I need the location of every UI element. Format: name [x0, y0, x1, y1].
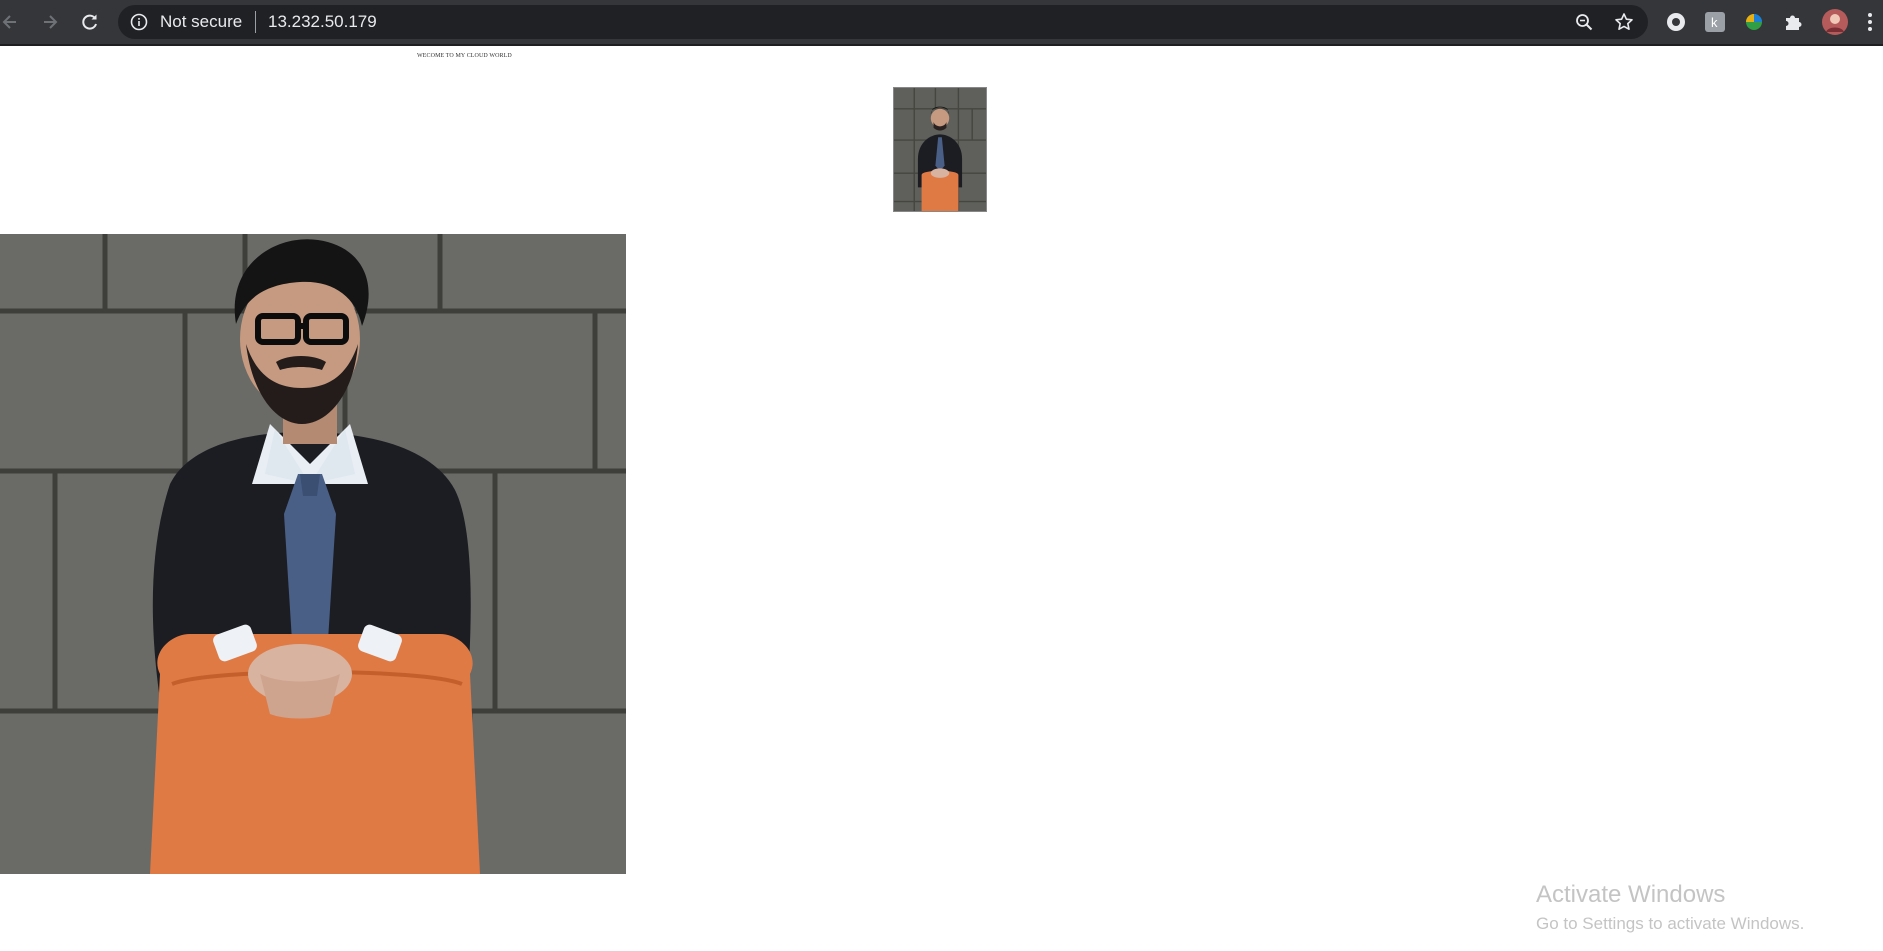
- security-label[interactable]: Not secure: [160, 13, 242, 31]
- windows-activation-watermark: Activate Windows Go to Settings to activ…: [1536, 880, 1804, 936]
- reload-icon: [82, 14, 97, 30]
- arrow-left-icon: [2, 15, 16, 29]
- welcome-heading: WECOME TO MY CLOUD WORLD: [417, 53, 512, 59]
- extension-circle-icon[interactable]: [1664, 10, 1688, 34]
- menu-dots-icon[interactable]: [1864, 10, 1876, 34]
- zoom-icon[interactable]: [1574, 12, 1594, 32]
- browser-toolbar: Not secure 13.232.50.179 k: [0, 0, 1883, 46]
- puzzle-icon[interactable]: [1782, 10, 1806, 34]
- arrow-right-icon: [44, 15, 58, 29]
- extension-k-icon[interactable]: k: [1703, 10, 1727, 34]
- forward-button[interactable]: [36, 8, 64, 36]
- extension-colorful-icon[interactable]: [1742, 10, 1766, 34]
- svg-text:k: k: [1711, 15, 1718, 30]
- portrait-thumbnail: [893, 87, 987, 212]
- profile-avatar-icon[interactable]: [1821, 8, 1849, 36]
- omnibox-divider: [255, 11, 256, 33]
- star-icon[interactable]: [1614, 12, 1634, 32]
- info-icon[interactable]: [130, 13, 148, 31]
- address-bar[interactable]: Not secure 13.232.50.179: [118, 5, 1648, 39]
- url-text[interactable]: 13.232.50.179: [268, 13, 377, 31]
- portrait-photo: [0, 234, 626, 874]
- activation-title: Activate Windows: [1536, 881, 1726, 908]
- back-button[interactable]: [0, 8, 24, 36]
- activation-subtitle: Go to Settings to activate Windows.: [1536, 914, 1805, 933]
- reload-button[interactable]: [76, 8, 104, 36]
